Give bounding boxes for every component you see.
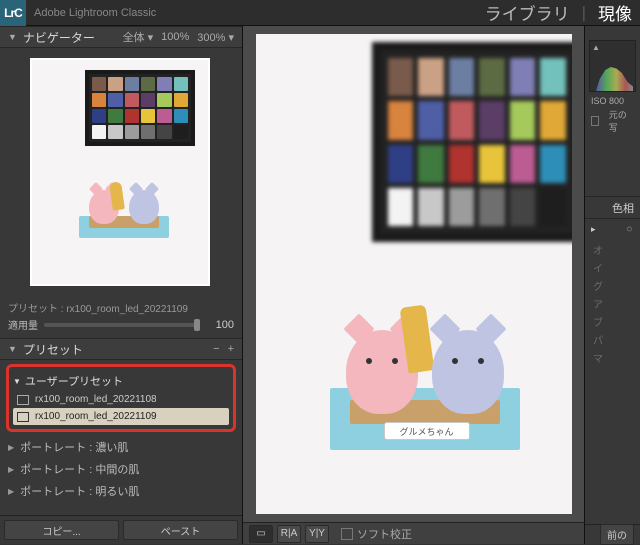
photo: グルメちゃん — [256, 34, 572, 514]
hsl-slider-labels: オ イ グ ア ブ パ マ — [585, 240, 640, 367]
amount-value: 100 — [206, 319, 234, 331]
figure-thumb — [79, 174, 169, 238]
presets-title: プリセット — [23, 341, 83, 358]
previous-button[interactable]: 前の — [600, 524, 634, 545]
preset-folder[interactable]: ▶ポートレート : 濃い肌 — [6, 436, 236, 458]
navigator-thumbnail[interactable] — [30, 58, 210, 286]
module-develop[interactable]: 現像 — [598, 0, 632, 25]
preset-folder[interactable]: ▶ポートレート : 中間の肌 — [6, 458, 236, 480]
preset-icon — [17, 395, 29, 405]
original-toggle[interactable]: 元の写 — [585, 106, 640, 136]
preset-applied-label: プリセット : rx100_room_led_20221109 — [0, 296, 242, 315]
presets-header[interactable]: ▼ プリセット − + — [0, 338, 242, 360]
left-panel: ▼ ナビゲーター 全体 ▾ 100% 300% ▾ — [0, 26, 243, 544]
disclosure-triangle-icon: ▼ — [8, 344, 17, 354]
disclosure-triangle-icon: ▼ — [8, 32, 17, 42]
right-footer: 前の — [585, 524, 640, 544]
preset-name: rx100_room_led_20221109 — [35, 411, 157, 422]
loupe-view[interactable]: グルメちゃん — [243, 26, 584, 522]
view-toolbar: ▭ R|A Y|Y ソフト校正 — [243, 522, 584, 544]
color-checker — [372, 42, 572, 242]
histogram[interactable]: ▲ — [589, 40, 636, 92]
clip-warning-icon: ▲ — [592, 43, 600, 52]
app-logo: LrC — [0, 0, 26, 26]
amount-label: 適用量 — [8, 317, 38, 332]
preset-item-selected[interactable]: rx100_room_led_20221109 — [13, 408, 229, 425]
paste-button[interactable]: ペースト — [123, 520, 238, 540]
disclosure-triangle-icon: ▸ — [591, 224, 596, 235]
module-picker: ライブラリ | 現像 — [485, 0, 640, 25]
color-panel-header[interactable]: 色相 — [585, 196, 640, 218]
navigator-header[interactable]: ▼ ナビゲーター 全体 ▾ 100% 300% ▾ — [0, 26, 242, 48]
before-after-tb-button[interactable]: Y|Y — [305, 525, 329, 543]
color-checker-thumb — [85, 70, 195, 146]
before-after-lr-button[interactable]: R|A — [277, 525, 301, 543]
center-panel: グルメちゃん ▭ R|A Y|Y ソフト校正 — [243, 26, 584, 544]
module-library[interactable]: ライブラリ — [485, 0, 570, 25]
user-presets-header[interactable]: ▼ ユーザープリセット — [13, 371, 229, 391]
navigator-zoom-300[interactable]: 300% ▾ — [197, 31, 234, 44]
copy-button[interactable]: コピー... — [4, 520, 119, 540]
user-presets-group: ▼ ユーザープリセット rx100_room_led_20221108 rx10… — [6, 364, 236, 432]
checkbox-icon — [591, 116, 599, 126]
module-separator: | — [582, 3, 586, 23]
softproof-checkbox[interactable] — [341, 528, 353, 540]
disclosure-triangle-icon: ▼ — [13, 377, 21, 386]
profile-row[interactable]: ▸ ⚪︎ — [585, 218, 640, 240]
navigator-fit[interactable]: 全体 ▾ — [123, 29, 154, 45]
softproof-label: ソフト校正 — [357, 526, 412, 542]
navigator-title: ナビゲーター — [23, 29, 95, 46]
preset-icon — [17, 412, 29, 422]
loupe-view-button[interactable]: ▭ — [249, 525, 273, 543]
figurines: グルメちゃん — [330, 280, 520, 450]
presets-remove-button[interactable]: − — [213, 343, 219, 355]
app-name: Adobe Lightroom Classic — [34, 7, 156, 19]
app-titlebar: LrC Adobe Lightroom Classic ライブラリ | 現像 — [0, 0, 640, 26]
preset-name: rx100_room_led_20221108 — [35, 394, 157, 405]
presets-list: ▼ ユーザープリセット rx100_room_led_20221108 rx10… — [0, 360, 242, 515]
figurine-tag: グルメちゃん — [384, 422, 470, 440]
presets-add-button[interactable]: + — [228, 343, 234, 355]
preset-folder[interactable]: ▶ポートレート : 明るい肌 — [6, 480, 236, 502]
preset-item[interactable]: rx100_room_led_20221108 — [13, 391, 229, 408]
amount-track[interactable] — [44, 323, 200, 327]
copy-paste-bar: コピー... ペースト — [0, 515, 242, 544]
preset-amount-slider[interactable]: 適用量 100 — [0, 315, 242, 338]
right-panel: ▲ ISO 800 元の写 色相 ▸ ⚪︎ オ イ グ ア ブ パ マ — [584, 26, 640, 544]
exif-iso: ISO 800 — [585, 96, 640, 106]
navigator-zoom-100[interactable]: 100% — [161, 31, 189, 43]
